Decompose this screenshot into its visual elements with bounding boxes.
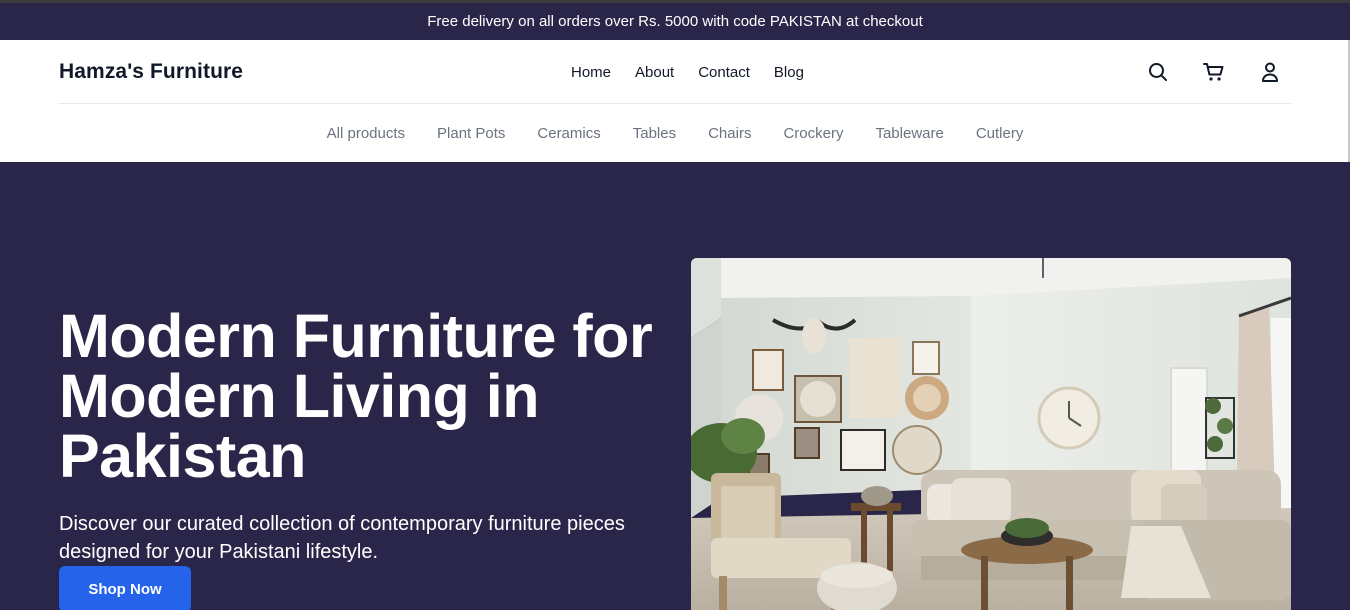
hero-subtitle: Discover our curated collection of conte… bbox=[59, 513, 625, 563]
user-icon[interactable] bbox=[1258, 60, 1282, 84]
category-plant-pots[interactable]: Plant Pots bbox=[437, 125, 505, 142]
announcement-bar: Free delivery on all orders over Rs. 500… bbox=[0, 3, 1350, 40]
nav-home[interactable]: Home bbox=[571, 64, 611, 81]
brand-logo[interactable]: Hamza's Furniture bbox=[59, 60, 243, 84]
nav-blog[interactable]: Blog bbox=[774, 64, 804, 81]
search-icon[interactable] bbox=[1146, 60, 1170, 84]
category-ceramics[interactable]: Ceramics bbox=[537, 125, 600, 142]
hero-title: Modern Furniture for Modern Living in Pa… bbox=[59, 302, 653, 490]
main-nav: Home About Contact Blog bbox=[571, 64, 804, 81]
nav-contact[interactable]: Contact bbox=[698, 64, 750, 81]
hero-image bbox=[691, 258, 1291, 610]
header-divider bbox=[59, 103, 1291, 104]
category-crockery[interactable]: Crockery bbox=[783, 125, 843, 142]
category-chairs[interactable]: Chairs bbox=[708, 125, 751, 142]
nav-about[interactable]: About bbox=[635, 64, 674, 81]
category-nav: All products Plant Pots Ceramics Tables … bbox=[0, 125, 1350, 142]
category-tableware[interactable]: Tableware bbox=[875, 125, 943, 142]
site-header: Hamza's Furniture Home About Contact Blo… bbox=[0, 40, 1350, 162]
header-actions bbox=[1146, 60, 1282, 84]
category-cutlery[interactable]: Cutlery bbox=[976, 125, 1024, 142]
category-all-products[interactable]: All products bbox=[327, 125, 405, 142]
cart-icon[interactable] bbox=[1202, 60, 1226, 84]
shop-now-button[interactable]: Shop Now bbox=[59, 566, 191, 610]
announcement-text: Free delivery on all orders over Rs. 500… bbox=[427, 13, 923, 30]
category-tables[interactable]: Tables bbox=[633, 125, 676, 142]
